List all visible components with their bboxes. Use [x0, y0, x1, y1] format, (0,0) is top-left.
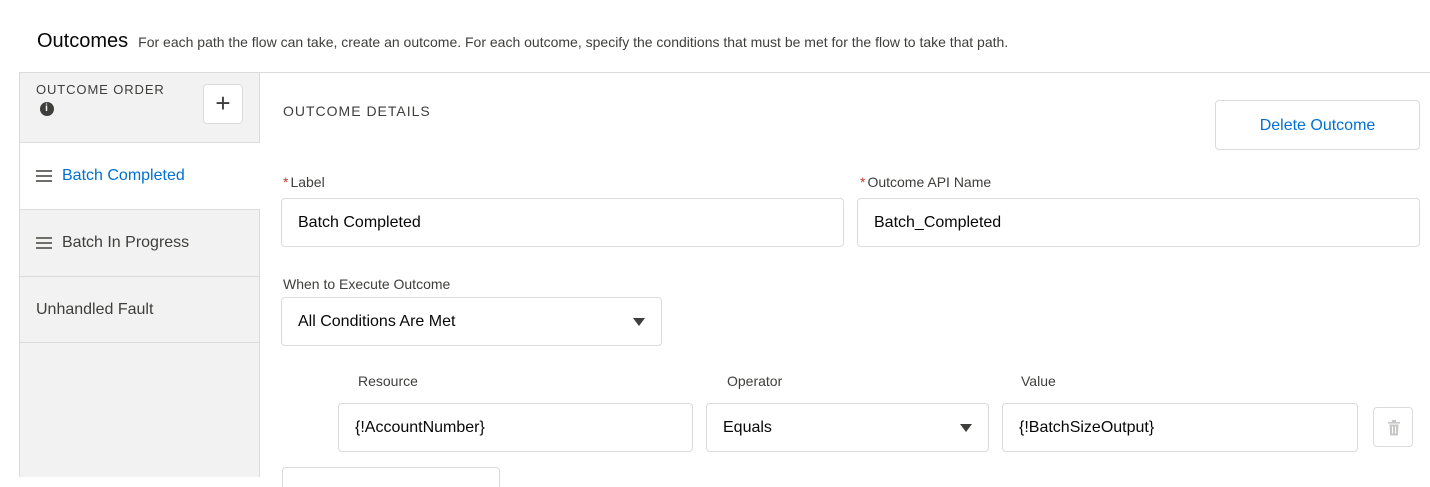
sidebar-item-label: Batch In Progress [62, 234, 190, 251]
chevron-down-icon [960, 424, 972, 432]
resource-label: Resource [358, 373, 418, 389]
chevron-down-icon [633, 318, 645, 326]
required-marker: * [283, 174, 289, 190]
outcome-details: OUTCOME DETAILS Delete Outcome * Label Ba… [260, 73, 1430, 487]
delete-outcome-button[interactable]: Delete Outcome [1215, 100, 1420, 150]
delete-condition-button[interactable] [1373, 407, 1413, 447]
api-name-input[interactable]: Batch_Completed [857, 198, 1420, 247]
drag-handle-icon[interactable] [36, 167, 52, 185]
add-condition-button[interactable] [282, 467, 500, 487]
value-label: Value [1021, 373, 1056, 389]
value-input[interactable]: {!BatchSizeOutput} [1002, 403, 1358, 452]
outcome-order-sidebar: OUTCOME ORDERi + Batch Completed Batch I… [20, 73, 260, 477]
sidebar-item-batch-in-progress[interactable]: Batch In Progress [20, 209, 259, 276]
outcome-order-header: OUTCOME ORDERi + [20, 73, 259, 142]
add-outcome-button[interactable]: + [203, 84, 243, 124]
execute-field-label: When to Execute Outcome [283, 276, 451, 292]
info-icon[interactable]: i [40, 101, 54, 116]
outcomes-header: Outcomes For each path the flow can take… [37, 30, 1008, 62]
sidebar-item-unhandled-fault[interactable]: Unhandled Fault [20, 276, 259, 343]
label-input[interactable]: Batch Completed [281, 198, 844, 247]
sidebar-item-label: Batch Completed [62, 167, 185, 184]
api-name-field-label: * Outcome API Name [860, 174, 992, 190]
sidebar-item-batch-completed[interactable]: Batch Completed [20, 142, 260, 209]
outcome-order-label: OUTCOME ORDERi [36, 82, 165, 116]
page-title: Outcomes [37, 30, 129, 52]
section-title: OUTCOME DETAILS [283, 103, 431, 119]
required-marker: * [860, 174, 866, 190]
execute-outcome-select[interactable]: All Conditions Are Met [281, 297, 662, 346]
drag-handle-icon[interactable] [36, 234, 52, 252]
page-description: For each path the flow can take, create … [138, 34, 1009, 50]
outcomes-panel: OUTCOME ORDERi + Batch Completed Batch I… [19, 72, 1430, 487]
trash-icon [1388, 420, 1400, 436]
sidebar-item-label: Unhandled Fault [36, 300, 154, 318]
resource-input[interactable]: {!AccountNumber} [338, 403, 693, 452]
operator-label: Operator [727, 373, 783, 389]
operator-select[interactable]: Equals [706, 403, 989, 452]
label-field-label: * Label [283, 174, 325, 190]
